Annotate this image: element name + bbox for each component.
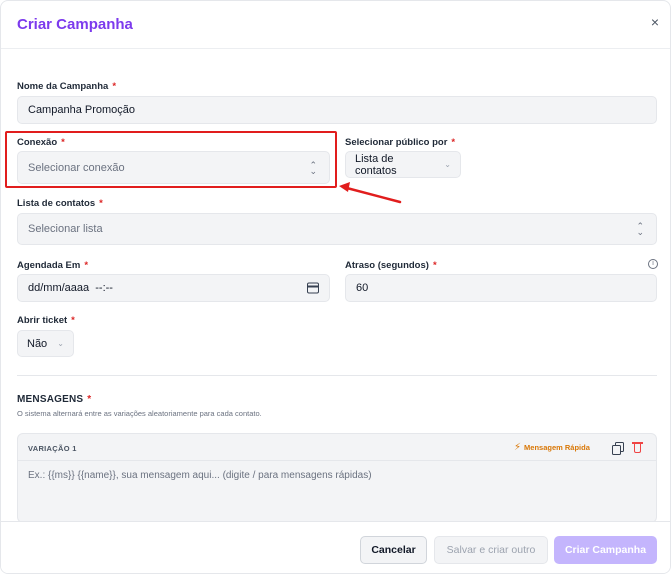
campaign-name-label: Nome da Campanha * [17,81,116,92]
quick-message-button[interactable]: ⚡ Mensagem Rápida [514,442,590,453]
messages-description: O sistema alternará entre as variações a… [17,409,262,418]
contact-list-label: Lista de contatos * [17,198,103,209]
open-ticket-label: Abrir ticket * [17,315,75,326]
audience-value: Lista de contatos [355,152,397,177]
quick-message-label: Mensagem Rápida [524,443,590,452]
info-icon[interactable]: i [648,259,658,269]
required-mark: * [432,260,437,271]
contact-list-placeholder: Selecionar lista [28,223,103,235]
chevron-down-icon: ⌄ [444,159,451,169]
open-ticket-value: Não [27,337,48,350]
campaign-name-input[interactable]: Campanha Promoção [17,96,657,124]
audience-label-text: Selecionar público por [345,137,448,148]
scheduled-value: dd/mm/aaaa --:-- [28,282,113,294]
scheduled-label-text: Agendada Em [17,260,81,271]
close-icon[interactable]: × [645,12,665,32]
required-mark: * [87,394,92,405]
save-and-create-another-button[interactable]: Salvar e criar outro [434,536,548,564]
delay-value: 60 [356,282,369,294]
scheduled-datetime-input[interactable]: dd/mm/aaaa --:-- [17,274,330,302]
messages-title: MENSAGENS * [17,394,91,405]
required-mark: * [84,260,89,271]
modal-title: Criar Campanha [17,16,133,33]
required-mark: * [99,198,103,209]
trash-icon[interactable] [632,441,643,454]
open-ticket-label-text: Abrir ticket [17,315,68,326]
campaign-name-label-text: Nome da Campanha [17,81,109,92]
delay-label-text: Atraso (segundos) [345,260,429,271]
chevron-down-icon: ⌄ [57,338,64,348]
contact-list-label-text: Lista de contatos [17,198,96,209]
create-campaign-button[interactable]: Criar Campanha [554,536,657,564]
contact-list-select[interactable]: Selecionar lista ⌃ ⌄ [17,213,657,245]
scheduled-label: Agendada Em * [17,260,88,271]
calendar-icon[interactable] [307,282,319,294]
variation-header: VARIAÇÃO 1 ⚡ Mensagem Rápida [18,434,656,461]
cancel-button[interactable]: Cancelar [360,536,427,564]
delay-input[interactable]: 60 [345,274,657,302]
required-mark: * [451,137,456,148]
updown-arrows-icon: ⌃ ⌄ [636,221,644,237]
audience-label: Selecionar público por * [345,137,455,148]
required-mark: * [71,315,75,326]
audience-select[interactable]: Lista de contatos ⌄ [345,151,461,178]
open-ticket-select[interactable]: Não ⌄ [17,330,74,357]
delay-label: Atraso (segundos) * [345,260,437,271]
annotation-arrow-icon [339,182,402,204]
required-mark: * [112,81,117,92]
variation-placeholder: Ex.: {{ms}} {{name}}, sua mensagem aqui.… [28,470,372,481]
modal-footer: Cancelar Salvar e criar outro Criar Camp… [1,521,670,573]
messages-title-text: MENSAGENS [17,394,84,405]
variation-message-textarea[interactable]: Ex.: {{ms}} {{name}}, sua mensagem aqui.… [28,470,372,481]
create-campaign-modal: Criar Campanha × Nome da Campanha * Campa… [0,0,671,574]
annotation-highlight-box [5,131,337,188]
copy-icon[interactable] [612,442,624,455]
lightning-icon: ⚡ [514,442,522,453]
variation-title: VARIAÇÃO 1 [28,444,77,453]
section-divider [17,375,657,376]
variation-card: VARIAÇÃO 1 ⚡ Mensagem Rápida Ex.: {{ms}} … [17,433,657,523]
campaign-name-value: Campanha Promoção [28,104,136,116]
modal-header: Criar Campanha × [1,1,670,49]
